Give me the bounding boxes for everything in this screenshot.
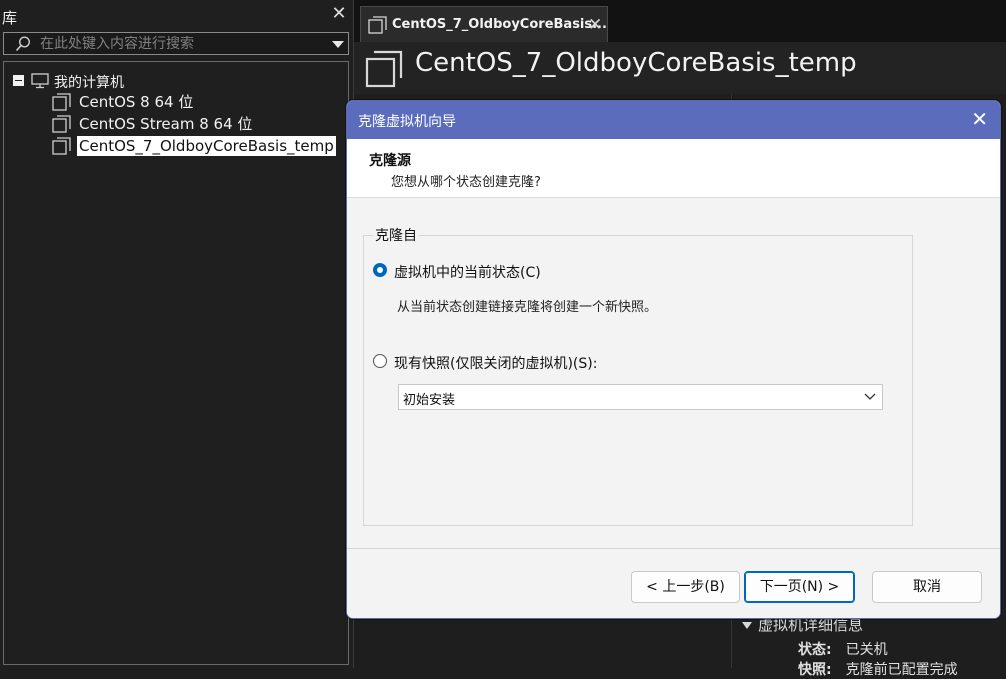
vm-icon <box>52 93 71 111</box>
vm-icon <box>365 50 403 88</box>
collapse-toggle-icon[interactable] <box>13 75 24 86</box>
tree-item-label: CentOS_7_OldboyCoreBasis_temp <box>77 136 336 156</box>
dialog-titlebar[interactable]: 克隆虚拟机向导 ✕ <box>347 101 1000 139</box>
tree-item-vm-selected[interactable]: CentOS_7_OldboyCoreBasis_temp <box>52 136 342 156</box>
detail-key: 快照: <box>798 662 832 678</box>
snapshot-select[interactable]: 初始安装 <box>398 384 883 410</box>
dropdown-arrow-icon[interactable] <box>332 41 344 48</box>
tree-item-vm[interactable]: CentOS 8 64 位 <box>52 92 342 112</box>
chevron-down-icon <box>864 393 876 400</box>
close-icon[interactable]: ✕ <box>971 108 988 130</box>
library-title: 库 <box>2 9 18 27</box>
vm-title: CentOS_7_OldboyCoreBasis_temp <box>415 48 857 78</box>
next-button[interactable]: 下一页(N) > <box>744 571 855 603</box>
radio-button[interactable] <box>373 354 387 368</box>
library-header: 库 ✕ <box>0 0 353 30</box>
tree-root-label: 我的计算机 <box>54 75 124 91</box>
option-description: 从当前状态创建链接克隆将创建一个新快照。 <box>397 300 658 315</box>
dialog-banner: 克隆源 您想从哪个状态创建克隆? <box>347 139 1000 198</box>
vm-icon <box>52 137 71 155</box>
tab-vm[interactable]: CentOS_7_OldboyCoreBasis... ✕ <box>360 6 608 42</box>
tab-bar: CentOS_7_OldboyCoreBasis... ✕ <box>354 0 1006 42</box>
tree-item-label: CentOS Stream 8 64 位 <box>79 115 253 133</box>
tree-item-label: CentOS 8 64 位 <box>79 93 194 111</box>
tree-root-my-computer[interactable]: 我的计算机 <box>13 72 313 92</box>
dialog-subheading: 您想从哪个状态创建克隆? <box>391 175 541 190</box>
vm-icon <box>52 115 71 133</box>
tree-item-vm[interactable]: CentOS Stream 8 64 位 <box>52 114 342 134</box>
snapshot-select-value: 初始安装 <box>403 393 456 408</box>
radio-label[interactable]: 现有快照(仅限关闭的虚拟机)(S): <box>394 353 597 373</box>
search-input[interactable] <box>40 33 320 54</box>
clone-wizard-dialog: 克隆虚拟机向导 ✕ 克隆源 您想从哪个状态创建克隆? 克隆自 虚拟机中的当前状态… <box>346 100 1001 619</box>
dialog-heading: 克隆源 <box>369 153 411 169</box>
close-icon[interactable]: ✕ <box>588 15 602 35</box>
dialog-footer: < 上一步(B) 下一页(N) > 取消 <box>347 549 1000 618</box>
group-label: 克隆自 <box>373 225 419 245</box>
tab-label: CentOS_7_OldboyCoreBasis... <box>392 17 607 32</box>
close-icon[interactable]: ✕ <box>331 5 347 23</box>
radio-label[interactable]: 虚拟机中的当前状态(C) <box>394 262 541 282</box>
vm-icon <box>368 16 387 34</box>
back-button[interactable]: < 上一步(B) <box>631 571 740 603</box>
radio-button[interactable] <box>373 263 387 277</box>
detail-value: 克隆前已配置完成 <box>845 662 958 678</box>
library-panel: 库 ✕ 我的计算机 CentOS 8 64 位 <box>0 0 354 668</box>
dialog-content: 克隆自 <box>347 198 1000 549</box>
cancel-button[interactable]: 取消 <box>872 571 982 603</box>
vm-detail-row: 状态: 已关机 <box>798 639 888 659</box>
detail-value: 已关机 <box>845 642 888 658</box>
vm-detail-row: 快照: 克隆前已配置完成 <box>798 659 958 679</box>
detail-key: 状态: <box>798 642 832 658</box>
vm-header: CentOS_7_OldboyCoreBasis_temp <box>354 42 1006 94</box>
dialog-title: 克隆虚拟机向导 <box>358 114 456 130</box>
library-search-box[interactable] <box>3 32 349 55</box>
library-tree: 我的计算机 CentOS 8 64 位 CentOS Stream 8 64 位… <box>3 61 349 665</box>
computer-icon <box>31 73 49 89</box>
search-icon <box>15 36 31 52</box>
